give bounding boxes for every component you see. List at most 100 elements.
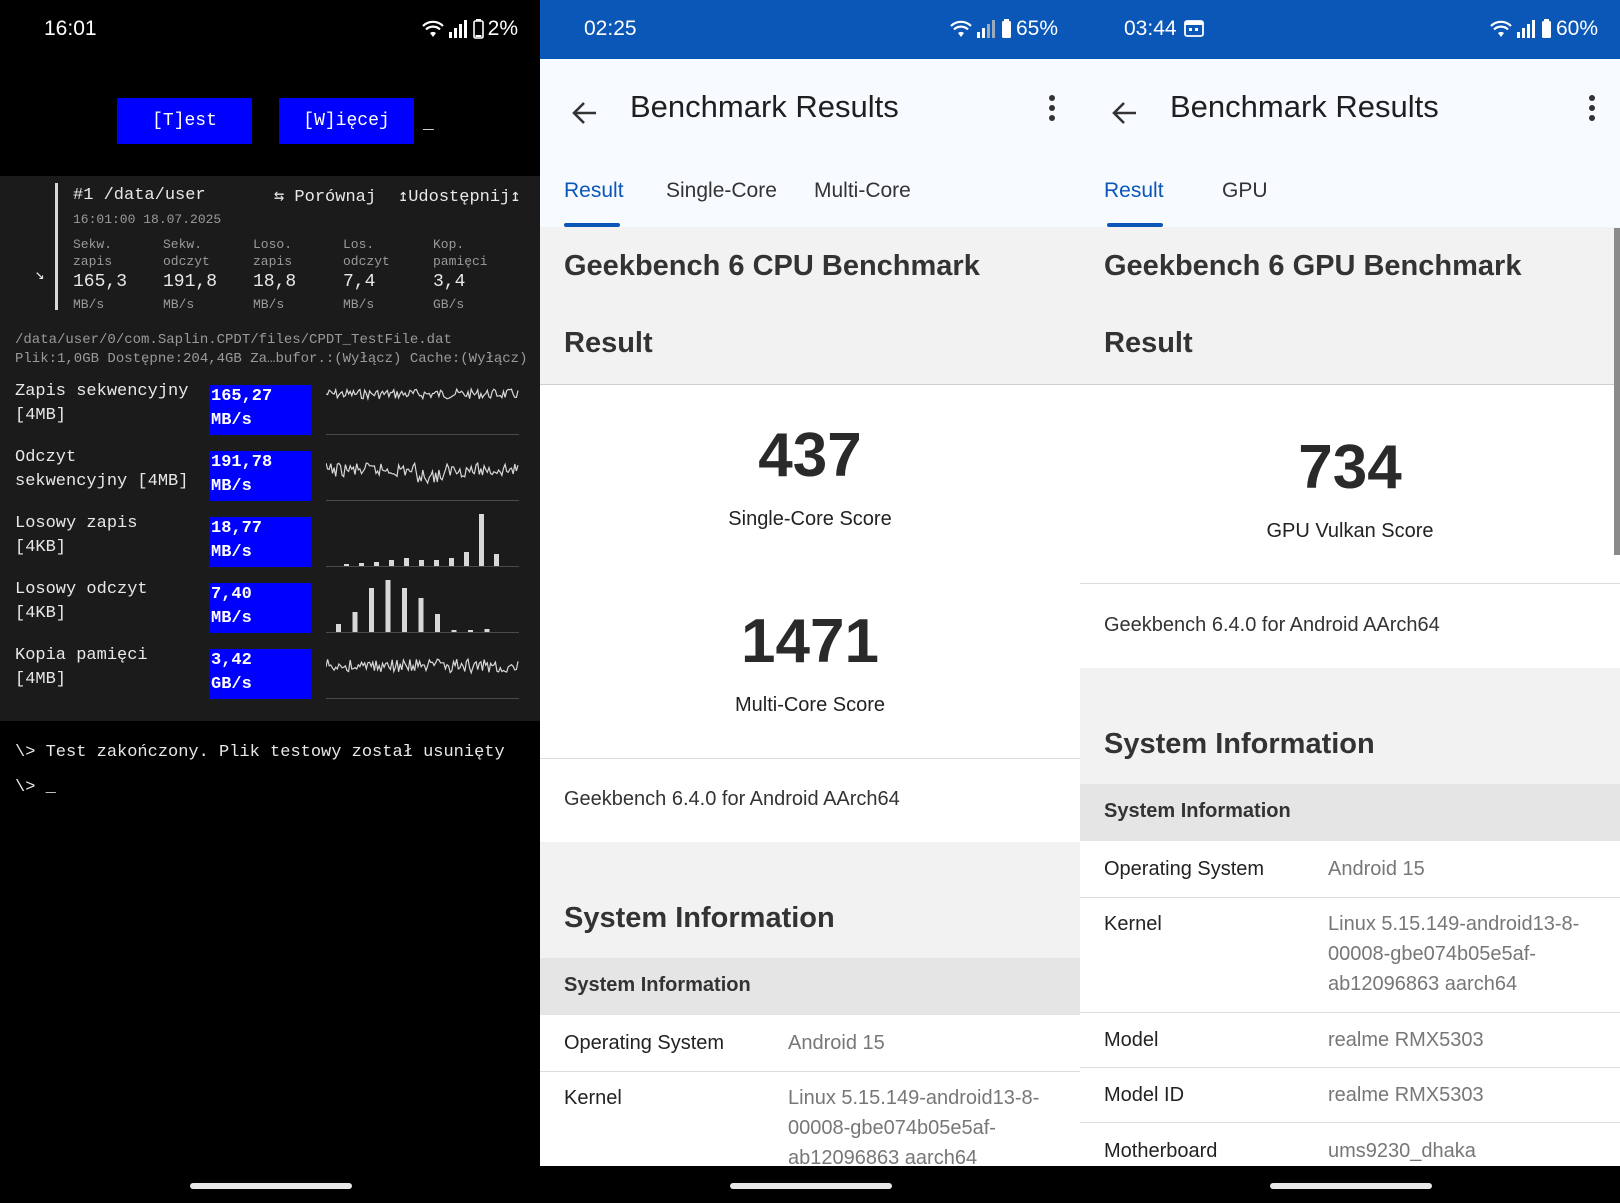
tab-gpu[interactable]: GPU — [1222, 179, 1268, 203]
battery-percent: 2% — [487, 17, 518, 40]
signal-icon — [1516, 20, 1537, 38]
row-value: 18,77 — [211, 519, 263, 538]
test-button[interactable]: [T]est — [117, 98, 252, 144]
cpdt-screen: 16:01 2% [T]est [W]ięcej _ ↘ #1 /data/us… — [0, 0, 540, 1203]
compare-button[interactable]: ⇆ Porównaj — [274, 186, 376, 207]
graph-bar — [479, 514, 484, 566]
row-label: [4KB] — [15, 604, 67, 623]
home-indicator[interactable] — [190, 1183, 352, 1189]
sparkline — [326, 461, 519, 485]
wifi-icon — [421, 20, 445, 38]
graph-bar — [352, 612, 358, 632]
more-vert-icon[interactable] — [1588, 95, 1596, 126]
os-value: Android 15 — [1328, 858, 1425, 880]
more-vert-icon[interactable] — [1048, 95, 1056, 126]
metric-header: odczyt — [343, 254, 390, 269]
metric-value: 3,4 — [433, 272, 466, 292]
throughput-graph — [326, 657, 519, 675]
status-time: 02:25 — [584, 17, 637, 40]
divider — [1080, 897, 1620, 898]
row-value-box: 7,40 MB/s — [209, 583, 312, 633]
metric-unit: GB/s — [433, 297, 465, 312]
divider — [540, 384, 1080, 385]
row-unit: MB/s — [211, 477, 252, 496]
summary-datetime: 16:01:00 18.07.2025 — [73, 212, 222, 227]
tab-result[interactable]: Result — [564, 179, 624, 203]
graph-bar — [344, 564, 349, 566]
metric-header: odczyt — [163, 254, 210, 269]
row-value: 3,42 — [211, 651, 252, 670]
status-icons: 65% — [949, 17, 1058, 41]
arrow-down-right-icon[interactable]: ↘ — [35, 264, 45, 284]
motherboard-key: Motherboard — [1104, 1140, 1218, 1162]
tab-result[interactable]: Result — [1104, 179, 1164, 203]
sysinfo-heading: System Information — [1104, 728, 1375, 760]
sysinfo-section — [1080, 668, 1620, 784]
share-button[interactable]: ↥Udostępnij↥ — [398, 186, 521, 207]
graph-bar — [374, 562, 379, 566]
row-value: 165,27 — [211, 387, 273, 406]
tab-multi-core[interactable]: Multi-Core — [814, 179, 911, 203]
divider — [540, 758, 1080, 759]
status-time: 16:01 — [44, 17, 97, 40]
graph-bar — [359, 563, 364, 566]
graph-bar — [389, 560, 394, 566]
model-id-value: realme RMX5303 — [1328, 1084, 1484, 1106]
row-label: Losowy odczyt — [15, 580, 148, 599]
back-arrow-icon[interactable] — [1110, 99, 1138, 132]
single-core-label: Single-Core Score — [728, 508, 892, 530]
os-value: Android 15 — [788, 1032, 885, 1054]
row-value: 191,78 — [211, 453, 273, 472]
page-title: Benchmark Results — [630, 89, 899, 124]
status-icons: 60% — [1489, 17, 1598, 41]
file-path: /data/user/0/com.Saplin.CPDT/files/CPDT_… — [15, 332, 452, 348]
result-heading: Result — [564, 327, 653, 359]
home-indicator[interactable] — [730, 1183, 892, 1189]
metric-header: Sekw. — [73, 237, 113, 252]
divider — [1080, 1012, 1620, 1013]
row-label: Losowy zapis — [15, 514, 138, 533]
row-value-box: 3,42 GB/s — [209, 649, 312, 699]
model-id-key: Model ID — [1104, 1084, 1185, 1106]
graph-bar — [369, 588, 374, 632]
row-label: sekwencyjny [4MB] — [15, 472, 189, 491]
row-label: [4MB] — [15, 670, 67, 689]
more-button[interactable]: [W]ięcej — [279, 98, 414, 144]
page-title: Benchmark Results — [1170, 89, 1439, 124]
metric-unit: MB/s — [343, 297, 375, 312]
metric-unit: MB/s — [163, 297, 195, 312]
geekbench-gpu-screen: 03:44 60% Benchmark Results Result GPU G… — [1080, 0, 1620, 1203]
metric-value: 165,3 — [73, 272, 128, 292]
result-heading: Result — [1104, 327, 1193, 359]
file-info: Plik:1,0GB Dostępne:204,4GB Za…bufor.:(W… — [15, 351, 528, 367]
metric-unit: MB/s — [73, 297, 105, 312]
graph-bar — [418, 598, 424, 632]
signal-icon — [976, 20, 997, 38]
metric-unit: MB/s — [253, 297, 285, 312]
row-label: Odczyt — [15, 448, 77, 467]
throughput-graph — [326, 387, 519, 401]
benchmark-heading: Geekbench 6 GPU Benchmark — [1104, 250, 1522, 282]
kernel-value: Linux 5.15.149-android13-8-00008-gbe074b… — [1328, 913, 1580, 995]
back-arrow-icon[interactable] — [570, 99, 598, 132]
motherboard-value: ums9230_dhaka — [1328, 1140, 1476, 1162]
single-core-score: 437 — [758, 421, 862, 490]
graph-bar — [451, 630, 457, 632]
app-bar: Benchmark Results Result GPU — [1080, 59, 1620, 227]
graph-bar — [468, 630, 473, 632]
graph-bar — [402, 588, 407, 632]
row-value-box: 191,78 MB/s — [209, 451, 312, 501]
benchmark-heading: Geekbench 6 CPU Benchmark — [564, 250, 980, 282]
sysinfo-section — [540, 842, 1080, 958]
graph-bar — [404, 558, 409, 566]
kernel-key: Kernel — [564, 1087, 622, 1109]
home-indicator[interactable] — [1270, 1183, 1432, 1189]
scrollbar[interactable] — [1614, 228, 1620, 555]
sparkline — [326, 387, 519, 401]
status-bar: 16:01 2% — [0, 0, 540, 59]
row-label: Kopia pamięci — [15, 646, 148, 665]
multi-core-score: 1471 — [741, 607, 879, 676]
tab-single-core[interactable]: Single-Core — [666, 179, 777, 203]
row-label: [4MB] — [15, 406, 67, 425]
console-prompt[interactable]: \> _ — [15, 778, 56, 797]
